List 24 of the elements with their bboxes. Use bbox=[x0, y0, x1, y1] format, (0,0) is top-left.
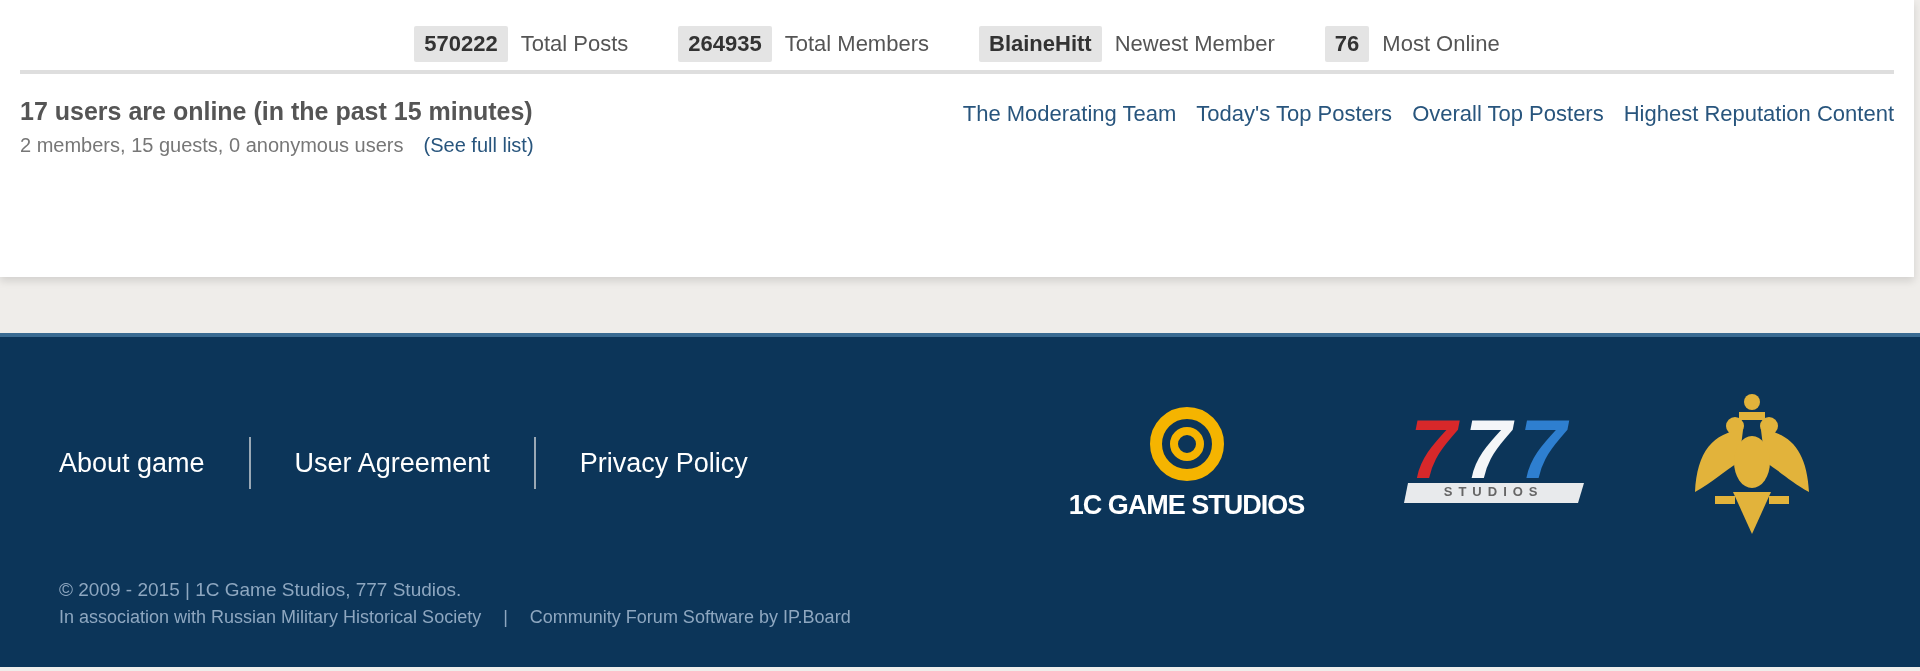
stat-value: 76 bbox=[1324, 26, 1370, 62]
credit-text: | bbox=[503, 607, 508, 628]
stat-label: Total Members bbox=[784, 31, 929, 57]
leaderboard-link[interactable]: The Moderating Team bbox=[962, 101, 1177, 157]
target-icon bbox=[1148, 405, 1225, 482]
copyright-text: © 2009 - 2015 | 1C Game Studios, 777 Studios. bbox=[59, 579, 463, 601]
online-users-summary: 2 members, 15 guests, 0 anonymous users bbox=[20, 134, 404, 157]
online-users-heading: 17 users are online (in the past 15 minutes) bbox=[20, 97, 534, 126]
see-full-list-link[interactable]: (See full list) bbox=[423, 134, 534, 157]
stat-value: 264935 bbox=[678, 26, 772, 62]
stat-value: 570222 bbox=[414, 26, 508, 62]
leaderboard-link[interactable]: Overall Top Posters bbox=[1412, 101, 1604, 157]
credit-text: Community Forum Software by IP.Board bbox=[529, 607, 851, 628]
game-studios-logo: 1C GAME STUDIOS bbox=[1068, 405, 1305, 521]
leaderboard-link[interactable]: Today's Top Posters bbox=[1196, 101, 1393, 157]
footer-link[interactable]: User Agreement bbox=[250, 447, 534, 479]
stat-value: BlaineHitt bbox=[979, 26, 1102, 62]
credit-text: In association with Russian Military Historical Society bbox=[59, 607, 482, 628]
stat-label: Most Online bbox=[1382, 31, 1500, 57]
footer-link[interactable]: Privacy Policy bbox=[535, 447, 792, 479]
stat-label: Total Posts bbox=[520, 31, 629, 57]
leaderboard-link[interactable]: Highest Reputation Content bbox=[1623, 101, 1894, 157]
footer-link[interactable]: About game bbox=[59, 447, 249, 479]
stat-label: Newest Member bbox=[1114, 31, 1275, 57]
